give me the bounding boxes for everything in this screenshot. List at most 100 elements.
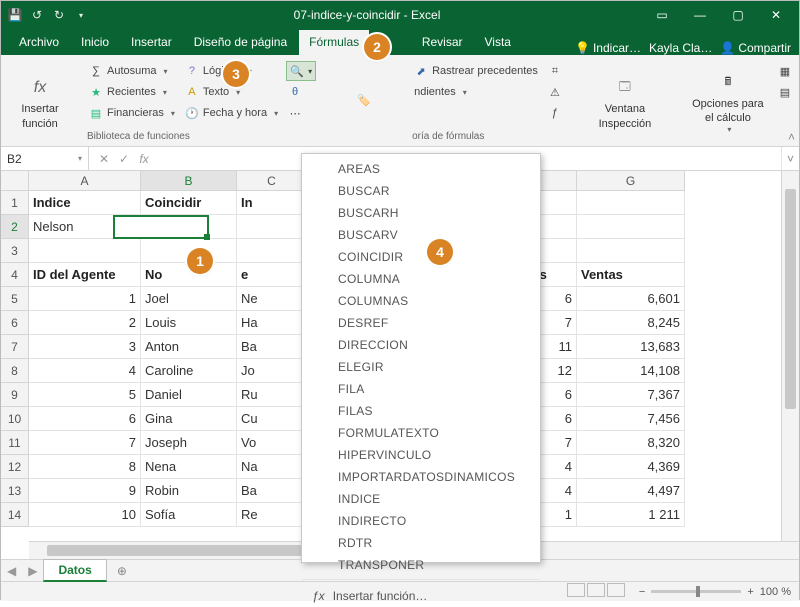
tab-diseno-pagina[interactable]: Diseño de página xyxy=(184,30,297,55)
calc-sheet-button[interactable]: ▤ xyxy=(776,82,794,102)
menu-item-buscarh[interactable]: BUSCARH xyxy=(302,202,540,224)
menu-item-rdtr[interactable]: RDTR xyxy=(302,532,540,554)
share-button[interactable]: 👤 Compartir xyxy=(720,41,791,55)
menu-item-filas[interactable]: FILAS xyxy=(302,400,540,422)
menu-item-columna[interactable]: COLUMNA xyxy=(302,268,540,290)
datetime-button[interactable]: 🕐Fecha y hora xyxy=(183,103,280,123)
cell[interactable]: Indice xyxy=(29,191,141,215)
tab-inicio[interactable]: Inicio xyxy=(71,30,119,55)
zoom-out-icon[interactable]: − xyxy=(639,586,645,598)
cell[interactable]: Joseph xyxy=(141,431,237,455)
insert-function-button[interactable]: fx Insertar función xyxy=(13,61,67,142)
tab-archivo[interactable]: Archivo xyxy=(9,30,69,55)
collapse-ribbon-icon[interactable]: ˄ xyxy=(788,130,795,144)
cell[interactable]: Gina xyxy=(141,407,237,431)
zoom-slider[interactable] xyxy=(651,590,741,593)
cell[interactable]: Robin xyxy=(141,479,237,503)
cell[interactable]: Ba xyxy=(237,479,307,503)
cell[interactable] xyxy=(577,215,685,239)
undo-icon[interactable]: ↺ xyxy=(29,7,45,23)
qat-customize-icon[interactable]: ▾ xyxy=(73,7,89,23)
tab-vista[interactable]: Vista xyxy=(475,30,521,55)
cell[interactable]: 8,245 xyxy=(577,311,685,335)
maximize-icon[interactable]: ▢ xyxy=(721,4,755,26)
cell[interactable]: 14,108 xyxy=(577,359,685,383)
page-layout-view-icon[interactable] xyxy=(587,583,605,597)
fx-bar-icon[interactable]: fx xyxy=(137,152,151,166)
menu-item-direccion[interactable]: DIRECCION xyxy=(302,334,540,356)
menu-item-elegir[interactable]: ELEGIR xyxy=(302,356,540,378)
cell[interactable]: Ba xyxy=(237,335,307,359)
menu-item-columnas[interactable]: COLUMNAS xyxy=(302,290,540,312)
menu-item-formulatexto[interactable]: FORMULATEXTO xyxy=(302,422,540,444)
cell[interactable]: Cu xyxy=(237,407,307,431)
sheet-nav-prev-icon[interactable]: ◀ xyxy=(1,564,22,578)
cell[interactable]: 13,683 xyxy=(577,335,685,359)
cell[interactable]: 6 xyxy=(29,407,141,431)
menu-item-buscar[interactable]: BUSCAR xyxy=(302,180,540,202)
cell[interactable]: Ventas xyxy=(577,263,685,287)
cell[interactable]: 6,601 xyxy=(577,287,685,311)
cell[interactable]: Caroline xyxy=(141,359,237,383)
enter-formula-icon[interactable]: ✓ xyxy=(117,152,131,166)
row-header-6[interactable]: 6 xyxy=(1,311,29,335)
cell[interactable]: 1 xyxy=(29,287,141,311)
select-all-corner[interactable] xyxy=(1,171,29,191)
zoom-percent[interactable]: 100 % xyxy=(760,586,791,598)
cell[interactable]: Ha xyxy=(237,311,307,335)
menu-item-hipervinculo[interactable]: HIPERVINCULO xyxy=(302,444,540,466)
cell[interactable]: 10 xyxy=(29,503,141,527)
menu-item-indirecto[interactable]: INDIRECTO xyxy=(302,510,540,532)
column-header-B[interactable]: B xyxy=(141,171,237,191)
name-manager-button[interactable]: 🏷️ xyxy=(344,61,384,142)
cancel-formula-icon[interactable]: ✕ xyxy=(97,152,111,166)
calc-now-button[interactable]: ▦ xyxy=(776,61,794,81)
account-user[interactable]: Kayla Cla… xyxy=(649,41,712,55)
cell[interactable]: 4 xyxy=(29,359,141,383)
watch-window-button[interactable]: 🗔 Ventana Inspección xyxy=(592,61,658,142)
cell[interactable]: e xyxy=(237,263,307,287)
tab-formulas[interactable]: Fórmulas xyxy=(299,30,369,55)
menu-item-indice[interactable]: INDICE xyxy=(302,488,540,510)
normal-view-icon[interactable] xyxy=(567,583,585,597)
cell[interactable]: 8,320 xyxy=(577,431,685,455)
trace-precedents-button[interactable]: ⬈Rastrear precedentes xyxy=(412,61,540,81)
recent-button[interactable]: ★Recientes xyxy=(87,82,177,102)
row-header-11[interactable]: 11 xyxy=(1,431,29,455)
redo-icon[interactable]: ↻ xyxy=(51,7,67,23)
row-header-7[interactable]: 7 xyxy=(1,335,29,359)
zoom-control[interactable]: − + 100 % xyxy=(639,586,791,598)
cell[interactable]: Re xyxy=(237,503,307,527)
menu-item-coincidir[interactable]: COINCIDIR xyxy=(302,246,540,268)
menu-item-desref[interactable]: DESREF xyxy=(302,312,540,334)
menu-item-importardatosdinamicos[interactable]: IMPORTARDATOSDINAMICOS xyxy=(302,466,540,488)
minimize-icon[interactable]: — xyxy=(683,4,717,26)
cell[interactable] xyxy=(141,215,237,239)
menu-insert-function[interactable]: ƒxInsertar función… xyxy=(302,583,540,607)
row-headers[interactable]: 1234567891011121314 xyxy=(1,191,29,541)
close-icon[interactable]: ✕ xyxy=(759,4,793,26)
cell[interactable]: 7,456 xyxy=(577,407,685,431)
cell[interactable]: Ne xyxy=(237,287,307,311)
cell[interactable]: Vo xyxy=(237,431,307,455)
new-sheet-icon[interactable]: ⊕ xyxy=(107,564,137,578)
menu-item-fila[interactable]: FILA xyxy=(302,378,540,400)
menu-item-buscarv[interactable]: BUSCARV xyxy=(302,224,540,246)
more-functions-button[interactable]: ⋯ xyxy=(286,103,316,123)
cell[interactable]: Coincidir xyxy=(141,191,237,215)
cell[interactable]: Daniel xyxy=(141,383,237,407)
evaluate-button[interactable]: ƒ xyxy=(546,103,564,123)
cell[interactable]: Sofía xyxy=(141,503,237,527)
cell[interactable]: 1 211 xyxy=(577,503,685,527)
cell[interactable]: ID del Agente xyxy=(29,263,141,287)
lookup-reference-button[interactable]: 🔍▾ xyxy=(286,61,316,81)
cell[interactable] xyxy=(29,239,141,263)
row-header-5[interactable]: 5 xyxy=(1,287,29,311)
vertical-scrollbar[interactable] xyxy=(781,171,799,541)
row-header-8[interactable]: 8 xyxy=(1,359,29,383)
cell[interactable]: Na xyxy=(237,455,307,479)
cell[interactable]: Joel xyxy=(141,287,237,311)
cell[interactable]: In xyxy=(237,191,307,215)
cell[interactable]: 9 xyxy=(29,479,141,503)
cell[interactable]: Anton xyxy=(141,335,237,359)
